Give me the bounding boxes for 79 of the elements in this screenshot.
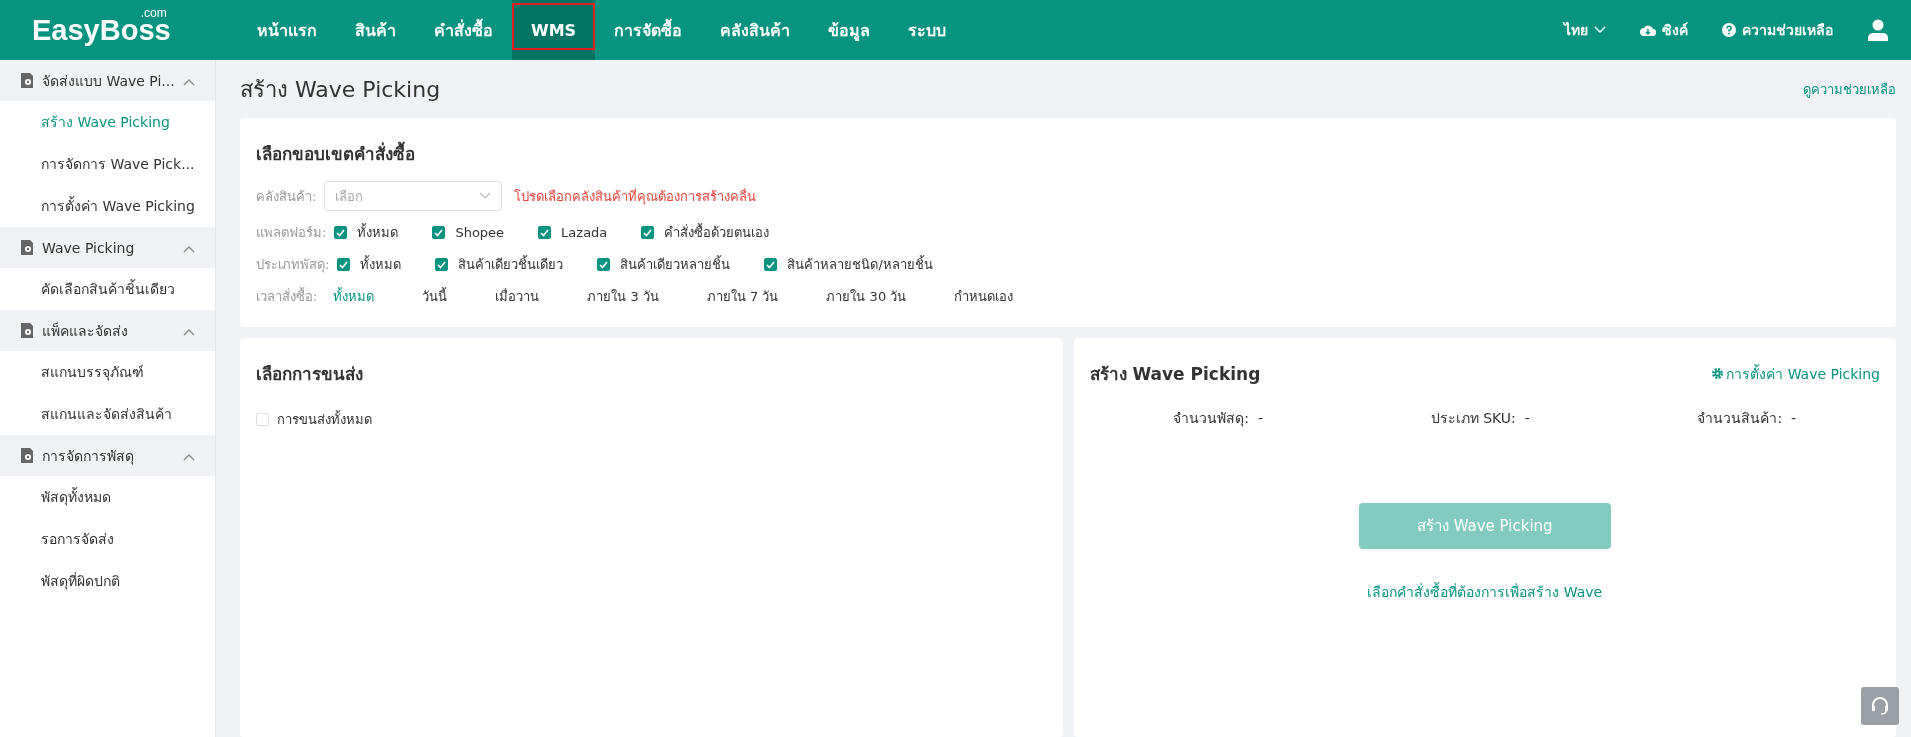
checkbox-label[interactable]: สินค้าหลายชนิด/หลายชิ้น — [787, 254, 933, 275]
time-option[interactable]: วันนี้ — [422, 286, 448, 307]
field-label: ประเภทพัสดุ: — [256, 256, 330, 275]
caret-icon — [1594, 26, 1606, 34]
checkbox[interactable] — [764, 258, 778, 271]
checkbox[interactable] — [334, 226, 348, 239]
menu-group[interactable]: แพ็คและจัดส่ง — [0, 310, 215, 351]
nav-tab[interactable]: การจัดซื้อ — [595, 0, 702, 60]
menu-item[interactable]: พัสดุทั้งหมด — [0, 476, 215, 518]
support-button[interactable] — [1861, 687, 1899, 725]
field-label: คลังสินค้า: — [256, 187, 317, 206]
stat-text: ประเภท SKU: - — [1430, 409, 1530, 428]
menu-item[interactable]: รอการจัดส่ง — [0, 518, 215, 560]
user-icon[interactable] — [1867, 19, 1889, 41]
menu-item[interactable]: สร้าง Wave Picking — [0, 101, 215, 143]
checkbox-label[interactable]: ทั้งหมด — [360, 254, 402, 275]
menu-group[interactable]: การจัดการพัสดุ — [0, 435, 215, 476]
time-option[interactable]: ภายใน 3 วัน — [587, 286, 659, 307]
menu-item[interactable]: คัดเลือกสินค้าชิ้นเดียว — [0, 268, 215, 310]
checkbox-label[interactable]: สินค้าเดียวหลายชิ้น — [620, 254, 731, 275]
checkbox-label[interactable]: Shopee — [455, 225, 505, 240]
sync-link[interactable]: ซิงค์ — [1662, 19, 1688, 41]
collapse-icon[interactable] — [183, 244, 195, 253]
language-dropdown[interactable]: ไทย — [1564, 19, 1606, 41]
section-title: เลือกขอบเขตคำสั่งซื้อ — [256, 140, 1880, 167]
time-option[interactable]: ภายใน 7 วัน — [706, 286, 779, 307]
collapse-icon[interactable] — [183, 452, 195, 461]
time-option[interactable]: ทั้งหมด — [333, 286, 375, 307]
checkbox[interactable] — [432, 226, 446, 239]
time-option[interactable]: ภายใน 30 วัน — [826, 286, 907, 307]
stat-text: จำนวนพัสดุ: - — [1173, 409, 1263, 429]
menu-item[interactable]: พัสดุที่ผิดปกติ — [0, 560, 215, 602]
section-title: เลือกการขนส่ง — [256, 363, 364, 386]
collapse-icon[interactable] — [183, 77, 195, 86]
menu-group[interactable]: Wave Picking — [0, 227, 215, 268]
section-title: สร้าง Wave Picking — [1089, 363, 1262, 386]
checkbox-label[interactable]: สินค้าเดียวชิ้นเดียว — [458, 254, 564, 275]
checkbox-label[interactable]: คำสั่งซื้อด้วยตนเอง — [664, 222, 770, 243]
time-option[interactable]: กำหนดเอง — [954, 286, 1014, 307]
field-label: แพลตฟอร์ม: — [256, 224, 327, 242]
cloud-download-icon[interactable] — [1640, 23, 1656, 37]
menu-item[interactable]: การจัดการ Wave Pick... — [0, 143, 215, 185]
nav-tab[interactable]: คลังสินค้า — [701, 0, 810, 60]
help-link[interactable]: ดูความช่วยเหลือ — [1803, 78, 1896, 100]
help-icon[interactable] — [1722, 23, 1736, 37]
nav-tab[interactable]: คำสั่งซื้อ — [415, 0, 512, 60]
hint-link[interactable]: เลือกคำสั่งซื้อที่ต้องการเพื่อสร้าง Wave — [1367, 584, 1603, 600]
menu-group[interactable]: จัดส่งแบบ Wave Pi... — [0, 60, 215, 101]
menu-item[interactable]: สแกนและจัดส่งสินค้า — [0, 393, 215, 435]
settings-link[interactable]: การตั้งค่า Wave Picking — [1726, 362, 1880, 385]
time-option[interactable]: เมื่อวาน — [495, 286, 540, 307]
document-gear-icon — [20, 240, 34, 255]
document-gear-icon — [20, 323, 34, 338]
nav-tab[interactable]: WMS — [512, 0, 596, 60]
caret-icon — [479, 192, 492, 200]
checkbox[interactable] — [435, 258, 449, 271]
checkbox[interactable] — [337, 258, 351, 271]
nav-tab[interactable]: ข้อมูล — [809, 0, 890, 60]
nav-tab[interactable]: หน้าแรก — [238, 0, 336, 60]
help-link[interactable]: ความช่วยเหลือ — [1742, 19, 1833, 41]
warning-text: โปรดเลือกคลังสินค้าที่คุณต้องการสร้างคลื่น — [514, 187, 757, 207]
stat-text: จำนวนสินค้า: - — [1697, 409, 1797, 428]
collapse-icon[interactable] — [183, 327, 195, 336]
field-label: เวลาสั่งซื้อ: — [256, 286, 318, 306]
nav-tab[interactable]: สินค้า — [336, 0, 415, 60]
headset-icon — [1870, 696, 1890, 716]
document-gear-icon — [20, 448, 34, 463]
menu-item[interactable]: สแกนบรรจุภัณฑ์ — [0, 351, 215, 393]
checkbox-label[interactable]: Lazada — [561, 225, 608, 240]
document-gear-icon — [20, 73, 34, 88]
settings-icon[interactable] — [1711, 367, 1725, 380]
checkbox[interactable] — [641, 226, 655, 239]
checkbox[interactable] — [597, 258, 611, 271]
checkbox-label[interactable]: การขนส่งทั้งหมด — [277, 409, 372, 430]
nav-tab[interactable]: ระบบ — [889, 0, 966, 60]
checkbox[interactable] — [538, 226, 552, 239]
menu-item[interactable]: การตั้งค่า Wave Picking — [0, 185, 215, 227]
page-title: สร้าง Wave Picking — [240, 75, 442, 104]
checkbox-label[interactable]: ทั้งหมด — [357, 222, 399, 243]
